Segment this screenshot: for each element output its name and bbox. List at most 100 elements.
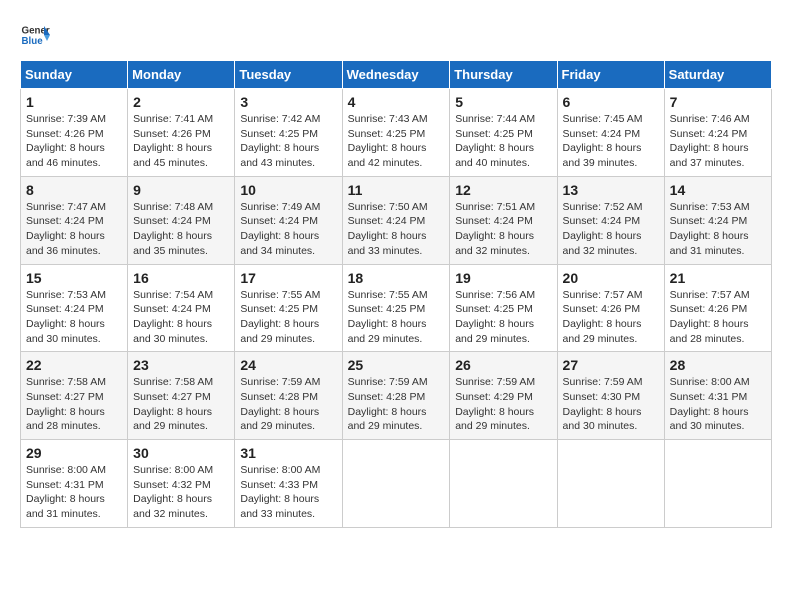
day-number: 18 bbox=[348, 270, 445, 286]
day-detail: Sunrise: 7:54 AMSunset: 4:24 PMDaylight:… bbox=[133, 289, 213, 345]
logo-icon: General Blue bbox=[20, 20, 50, 50]
day-number: 23 bbox=[133, 357, 229, 373]
day-detail: Sunrise: 7:58 AMSunset: 4:27 PMDaylight:… bbox=[26, 376, 106, 432]
day-detail: Sunrise: 7:44 AMSunset: 4:25 PMDaylight:… bbox=[455, 113, 535, 169]
day-number: 31 bbox=[240, 445, 336, 461]
calendar-cell: 13 Sunrise: 7:52 AMSunset: 4:24 PMDaylig… bbox=[557, 176, 664, 264]
weekday-header: Wednesday bbox=[342, 61, 450, 89]
day-detail: Sunrise: 7:39 AMSunset: 4:26 PMDaylight:… bbox=[26, 113, 106, 169]
calendar-cell: 27 Sunrise: 7:59 AMSunset: 4:30 PMDaylig… bbox=[557, 352, 664, 440]
calendar-cell: 10 Sunrise: 7:49 AMSunset: 4:24 PMDaylig… bbox=[235, 176, 342, 264]
day-number: 25 bbox=[348, 357, 445, 373]
day-number: 2 bbox=[133, 94, 229, 110]
day-detail: Sunrise: 7:53 AMSunset: 4:24 PMDaylight:… bbox=[26, 289, 106, 345]
day-detail: Sunrise: 7:48 AMSunset: 4:24 PMDaylight:… bbox=[133, 201, 213, 257]
calendar-cell: 5 Sunrise: 7:44 AMSunset: 4:25 PMDayligh… bbox=[450, 89, 557, 177]
calendar-cell: 29 Sunrise: 8:00 AMSunset: 4:31 PMDaylig… bbox=[21, 440, 128, 528]
day-number: 10 bbox=[240, 182, 336, 198]
calendar-cell: 20 Sunrise: 7:57 AMSunset: 4:26 PMDaylig… bbox=[557, 264, 664, 352]
day-number: 22 bbox=[26, 357, 122, 373]
day-detail: Sunrise: 7:43 AMSunset: 4:25 PMDaylight:… bbox=[348, 113, 428, 169]
day-detail: Sunrise: 7:59 AMSunset: 4:28 PMDaylight:… bbox=[348, 376, 428, 432]
weekday-header: Tuesday bbox=[235, 61, 342, 89]
day-detail: Sunrise: 7:55 AMSunset: 4:25 PMDaylight:… bbox=[240, 289, 320, 345]
calendar-cell: 19 Sunrise: 7:56 AMSunset: 4:25 PMDaylig… bbox=[450, 264, 557, 352]
calendar-cell: 6 Sunrise: 7:45 AMSunset: 4:24 PMDayligh… bbox=[557, 89, 664, 177]
day-detail: Sunrise: 8:00 AMSunset: 4:32 PMDaylight:… bbox=[133, 464, 213, 520]
calendar-week-row: 15 Sunrise: 7:53 AMSunset: 4:24 PMDaylig… bbox=[21, 264, 772, 352]
day-detail: Sunrise: 7:46 AMSunset: 4:24 PMDaylight:… bbox=[670, 113, 750, 169]
calendar-cell bbox=[664, 440, 771, 528]
day-number: 15 bbox=[26, 270, 122, 286]
calendar-cell: 3 Sunrise: 7:42 AMSunset: 4:25 PMDayligh… bbox=[235, 89, 342, 177]
day-number: 8 bbox=[26, 182, 122, 198]
day-number: 29 bbox=[26, 445, 122, 461]
day-number: 5 bbox=[455, 94, 551, 110]
day-number: 17 bbox=[240, 270, 336, 286]
calendar-table: SundayMondayTuesdayWednesdayThursdayFrid… bbox=[20, 60, 772, 528]
logo: General Blue bbox=[20, 20, 50, 50]
calendar-cell: 24 Sunrise: 7:59 AMSunset: 4:28 PMDaylig… bbox=[235, 352, 342, 440]
calendar-week-row: 8 Sunrise: 7:47 AMSunset: 4:24 PMDayligh… bbox=[21, 176, 772, 264]
day-number: 4 bbox=[348, 94, 445, 110]
calendar-cell: 16 Sunrise: 7:54 AMSunset: 4:24 PMDaylig… bbox=[128, 264, 235, 352]
day-detail: Sunrise: 7:58 AMSunset: 4:27 PMDaylight:… bbox=[133, 376, 213, 432]
day-detail: Sunrise: 7:52 AMSunset: 4:24 PMDaylight:… bbox=[563, 201, 643, 257]
day-detail: Sunrise: 8:00 AMSunset: 4:31 PMDaylight:… bbox=[26, 464, 106, 520]
day-detail: Sunrise: 7:59 AMSunset: 4:29 PMDaylight:… bbox=[455, 376, 535, 432]
calendar-cell: 15 Sunrise: 7:53 AMSunset: 4:24 PMDaylig… bbox=[21, 264, 128, 352]
day-detail: Sunrise: 7:50 AMSunset: 4:24 PMDaylight:… bbox=[348, 201, 428, 257]
calendar-cell: 11 Sunrise: 7:50 AMSunset: 4:24 PMDaylig… bbox=[342, 176, 450, 264]
day-number: 1 bbox=[26, 94, 122, 110]
calendar-cell: 28 Sunrise: 8:00 AMSunset: 4:31 PMDaylig… bbox=[664, 352, 771, 440]
calendar-cell bbox=[450, 440, 557, 528]
weekday-header: Thursday bbox=[450, 61, 557, 89]
calendar-cell: 4 Sunrise: 7:43 AMSunset: 4:25 PMDayligh… bbox=[342, 89, 450, 177]
day-number: 7 bbox=[670, 94, 766, 110]
weekday-header-row: SundayMondayTuesdayWednesdayThursdayFrid… bbox=[21, 61, 772, 89]
calendar-cell: 21 Sunrise: 7:57 AMSunset: 4:26 PMDaylig… bbox=[664, 264, 771, 352]
weekday-header: Friday bbox=[557, 61, 664, 89]
calendar-cell: 22 Sunrise: 7:58 AMSunset: 4:27 PMDaylig… bbox=[21, 352, 128, 440]
day-detail: Sunrise: 7:59 AMSunset: 4:30 PMDaylight:… bbox=[563, 376, 643, 432]
day-detail: Sunrise: 7:47 AMSunset: 4:24 PMDaylight:… bbox=[26, 201, 106, 257]
day-number: 9 bbox=[133, 182, 229, 198]
day-number: 30 bbox=[133, 445, 229, 461]
day-detail: Sunrise: 7:42 AMSunset: 4:25 PMDaylight:… bbox=[240, 113, 320, 169]
day-detail: Sunrise: 7:56 AMSunset: 4:25 PMDaylight:… bbox=[455, 289, 535, 345]
day-detail: Sunrise: 7:53 AMSunset: 4:24 PMDaylight:… bbox=[670, 201, 750, 257]
calendar-cell: 25 Sunrise: 7:59 AMSunset: 4:28 PMDaylig… bbox=[342, 352, 450, 440]
day-detail: Sunrise: 7:57 AMSunset: 4:26 PMDaylight:… bbox=[670, 289, 750, 345]
day-detail: Sunrise: 7:57 AMSunset: 4:26 PMDaylight:… bbox=[563, 289, 643, 345]
weekday-header: Monday bbox=[128, 61, 235, 89]
calendar-cell: 23 Sunrise: 7:58 AMSunset: 4:27 PMDaylig… bbox=[128, 352, 235, 440]
calendar-cell: 30 Sunrise: 8:00 AMSunset: 4:32 PMDaylig… bbox=[128, 440, 235, 528]
calendar-cell: 31 Sunrise: 8:00 AMSunset: 4:33 PMDaylig… bbox=[235, 440, 342, 528]
day-number: 6 bbox=[563, 94, 659, 110]
calendar-cell: 8 Sunrise: 7:47 AMSunset: 4:24 PMDayligh… bbox=[21, 176, 128, 264]
day-number: 21 bbox=[670, 270, 766, 286]
calendar-week-row: 1 Sunrise: 7:39 AMSunset: 4:26 PMDayligh… bbox=[21, 89, 772, 177]
day-detail: Sunrise: 7:41 AMSunset: 4:26 PMDaylight:… bbox=[133, 113, 213, 169]
calendar-week-row: 29 Sunrise: 8:00 AMSunset: 4:31 PMDaylig… bbox=[21, 440, 772, 528]
day-number: 12 bbox=[455, 182, 551, 198]
calendar-cell: 26 Sunrise: 7:59 AMSunset: 4:29 PMDaylig… bbox=[450, 352, 557, 440]
day-number: 3 bbox=[240, 94, 336, 110]
calendar-cell: 14 Sunrise: 7:53 AMSunset: 4:24 PMDaylig… bbox=[664, 176, 771, 264]
calendar-cell bbox=[557, 440, 664, 528]
weekday-header: Sunday bbox=[21, 61, 128, 89]
calendar-cell: 7 Sunrise: 7:46 AMSunset: 4:24 PMDayligh… bbox=[664, 89, 771, 177]
day-number: 27 bbox=[563, 357, 659, 373]
calendar-cell: 9 Sunrise: 7:48 AMSunset: 4:24 PMDayligh… bbox=[128, 176, 235, 264]
day-number: 20 bbox=[563, 270, 659, 286]
calendar-cell: 1 Sunrise: 7:39 AMSunset: 4:26 PMDayligh… bbox=[21, 89, 128, 177]
calendar-cell: 18 Sunrise: 7:55 AMSunset: 4:25 PMDaylig… bbox=[342, 264, 450, 352]
calendar-cell bbox=[342, 440, 450, 528]
page-header: General Blue bbox=[20, 20, 772, 50]
day-number: 13 bbox=[563, 182, 659, 198]
day-detail: Sunrise: 7:49 AMSunset: 4:24 PMDaylight:… bbox=[240, 201, 320, 257]
weekday-header: Saturday bbox=[664, 61, 771, 89]
day-detail: Sunrise: 7:59 AMSunset: 4:28 PMDaylight:… bbox=[240, 376, 320, 432]
day-number: 28 bbox=[670, 357, 766, 373]
calendar-cell: 17 Sunrise: 7:55 AMSunset: 4:25 PMDaylig… bbox=[235, 264, 342, 352]
